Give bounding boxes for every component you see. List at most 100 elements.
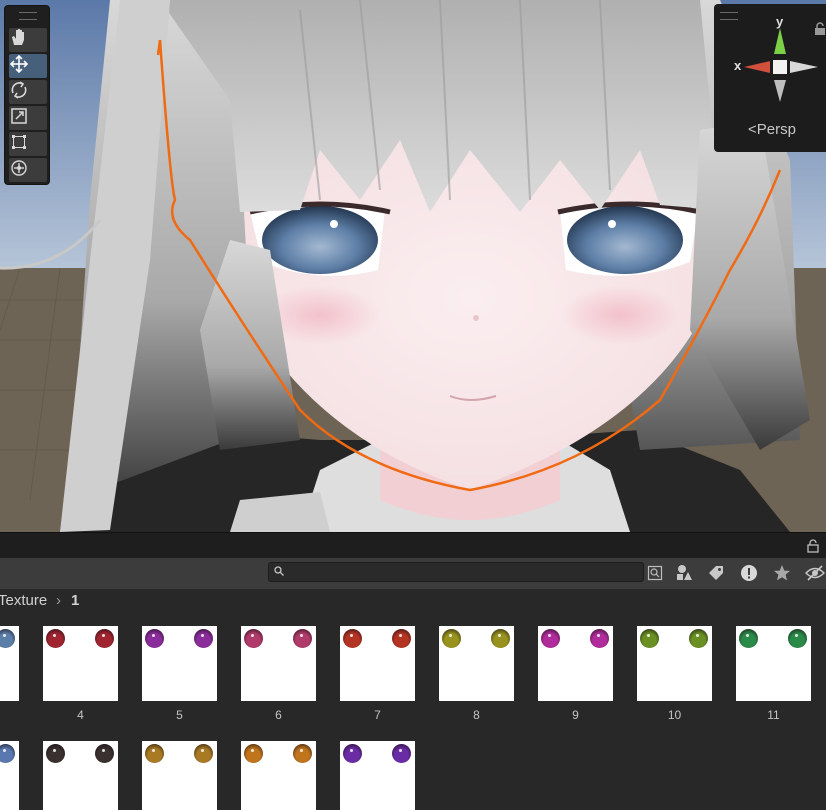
drag-grip-icon[interactable] <box>19 12 37 20</box>
eye-texture-left <box>640 629 659 648</box>
eye-texture-left <box>343 744 362 763</box>
filter-by-type-button[interactable] <box>673 562 695 584</box>
eye-texture-right <box>590 629 609 648</box>
panel-tab-bar <box>0 532 826 559</box>
search-scope-icon <box>647 565 663 581</box>
favorite-star-icon <box>774 565 790 581</box>
eye-texture-left <box>244 744 263 763</box>
filter-by-label-button[interactable] <box>705 562 727 584</box>
move-arrows-icon <box>9 54 29 74</box>
eye-texture-left <box>739 629 758 648</box>
breadcrumb: Texture › 1 <box>0 589 826 614</box>
eye-texture-right <box>0 744 15 763</box>
eye-texture-right <box>194 744 213 763</box>
texture-label: 4 <box>77 708 84 722</box>
breadcrumb-parent[interactable]: Texture <box>0 592 47 609</box>
warning-icon <box>741 565 757 581</box>
breadcrumb-chevron-icon: › <box>56 592 61 609</box>
eye-texture-left <box>442 629 461 648</box>
texture-thumbnail[interactable] <box>538 626 613 701</box>
hand-icon <box>12 29 24 45</box>
rotate-icon <box>11 81 27 99</box>
texture-label: 7 <box>374 708 381 722</box>
eye-texture-right <box>392 744 411 763</box>
texture-label: 10 <box>667 708 682 722</box>
eye-texture-left <box>46 629 65 648</box>
search-input[interactable] <box>289 564 633 582</box>
rect-transform-icon <box>12 135 26 149</box>
project-toolbar <box>0 558 826 590</box>
lock-icon[interactable] <box>806 539 820 553</box>
scene-view[interactable]: y x <Persp <box>0 0 826 532</box>
texture-label: 11 <box>767 708 780 722</box>
eye-texture-right <box>194 629 213 648</box>
neg-y-axis-cone <box>774 80 786 102</box>
texture-thumbnail[interactable] <box>241 626 316 701</box>
texture-thumbnail[interactable] <box>340 741 415 810</box>
eye-texture-left <box>46 744 65 763</box>
eye-texture-right <box>95 629 114 648</box>
search-scope-button[interactable] <box>644 562 666 584</box>
move-tool-button[interactable] <box>9 54 47 78</box>
filter-by-type-icon <box>677 565 692 580</box>
eye-texture-right <box>788 629 807 648</box>
persp-chevron-icon: < <box>748 121 757 138</box>
texture-thumbnail[interactable] <box>637 626 712 701</box>
texture-thumbnail[interactable] <box>439 626 514 701</box>
orientation-gizmo[interactable]: y x <Persp <box>714 4 826 152</box>
scene-render <box>0 0 826 532</box>
hand-tool-button[interactable] <box>9 28 47 52</box>
x-axis-label: x <box>734 58 742 73</box>
persp-label: Persp <box>756 121 796 138</box>
y-axis-cone <box>774 28 786 54</box>
texture-thumbnail[interactable] <box>142 741 217 810</box>
search-field[interactable] <box>268 562 644 582</box>
texture-thumbnail[interactable] <box>142 626 217 701</box>
breadcrumb-current[interactable]: 1 <box>71 592 79 609</box>
perspective-toggle[interactable]: <Persp <box>748 121 796 138</box>
search-icon <box>274 566 284 576</box>
texture-label: 5 <box>176 708 183 722</box>
scale-tool-button[interactable] <box>9 106 47 130</box>
x-axis-cone <box>744 61 770 73</box>
eye-texture-right <box>392 629 411 648</box>
texture-label: 8 <box>473 708 480 722</box>
tool-palette <box>4 5 50 185</box>
texture-thumbnail[interactable] <box>43 626 118 701</box>
eye-texture-left <box>343 629 362 648</box>
project-panel: Texture › 1 4 5 6 7 8 9 10 11 <box>0 532 826 810</box>
eye-texture-right <box>95 744 114 763</box>
texture-thumbnail[interactable] <box>0 626 19 701</box>
eye-texture-right <box>491 629 510 648</box>
eye-texture-right <box>293 744 312 763</box>
warning-filter-button[interactable] <box>738 562 760 584</box>
rect-tool-button[interactable] <box>9 132 47 156</box>
texture-label: 9 <box>572 708 579 722</box>
transform-icon <box>11 160 27 176</box>
transform-tool-button[interactable] <box>9 158 47 182</box>
eye-texture-right <box>689 629 708 648</box>
texture-label: 6 <box>275 708 282 722</box>
asset-grid: 4 5 6 7 8 9 10 11 <box>0 613 826 810</box>
texture-thumbnail[interactable] <box>0 741 19 810</box>
texture-thumbnail[interactable] <box>241 741 316 810</box>
scale-icon <box>11 108 27 124</box>
eye-texture-right <box>293 629 312 648</box>
y-axis-label: y <box>776 14 784 29</box>
hidden-packages-button[interactable] <box>804 562 826 584</box>
eye-texture-right <box>0 629 15 648</box>
favorite-button[interactable] <box>771 562 793 584</box>
neg-x-axis-cone <box>790 61 818 73</box>
eye-texture-left <box>541 629 560 648</box>
texture-thumbnail[interactable] <box>43 741 118 810</box>
lock-icon[interactable] <box>813 22 826 36</box>
rotate-tool-button[interactable] <box>9 80 47 104</box>
eye-texture-left <box>145 629 164 648</box>
hidden-eye-icon <box>805 565 825 581</box>
eye-texture-left <box>145 744 164 763</box>
texture-thumbnail[interactable] <box>340 626 415 701</box>
filter-by-label-icon <box>709 566 723 580</box>
gizmo-center-cube <box>773 60 787 74</box>
texture-thumbnail[interactable] <box>736 626 811 701</box>
eye-texture-left <box>244 629 263 648</box>
